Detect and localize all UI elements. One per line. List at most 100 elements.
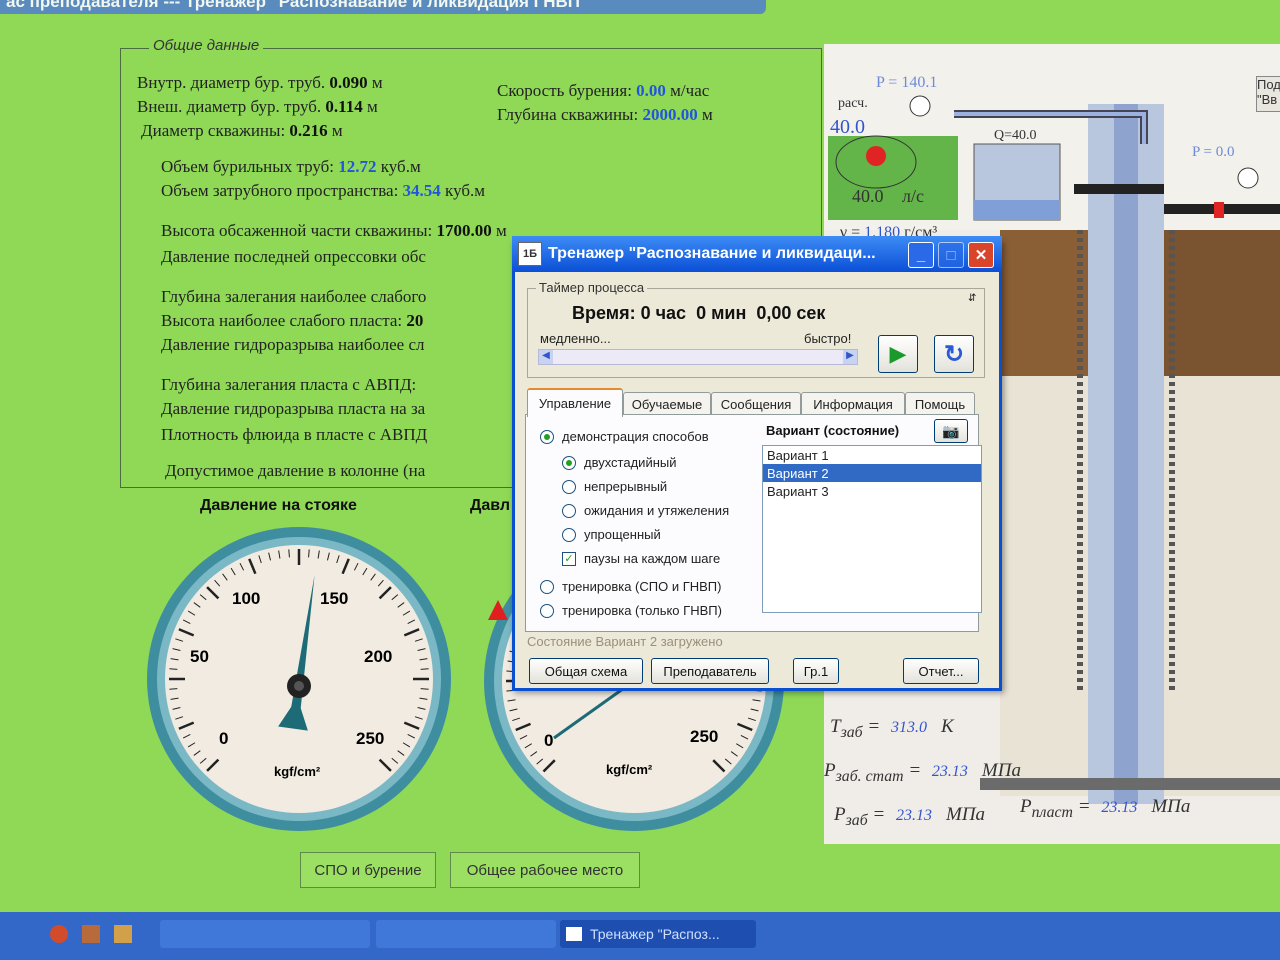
training-spo-radio[interactable]: тренировка (СПО и ГНВП) xyxy=(540,579,721,594)
launcher-icon[interactable] xyxy=(82,925,100,943)
formation-pressure: Pпласт = 23.13 МПа xyxy=(1020,796,1191,821)
supply-button[interactable]: Пода "Вв xyxy=(1256,76,1280,112)
general-data-title: Общие данные xyxy=(149,37,264,54)
drill-speed-value: 0.00 xyxy=(636,81,666,100)
annulus-volume-value: 34.54 xyxy=(402,181,441,200)
gauge-tick xyxy=(308,549,310,558)
taskbar-button[interactable] xyxy=(160,920,370,948)
tab-trainees[interactable]: Обучаемые xyxy=(623,392,711,415)
pressure-gauge-icon xyxy=(1237,167,1259,189)
bottomhole-temperature: Tзаб = 313.0 K xyxy=(830,716,954,741)
avpd-frac-row: Давление гидроразрыва пласта на за xyxy=(161,399,426,418)
general-scheme-button[interactable]: Общая схема xyxy=(529,658,643,684)
well-diameter-value: 0.216 xyxy=(289,121,328,140)
group-button[interactable]: Гр.1 xyxy=(793,658,839,684)
inner-pipe-value: 0.090 xyxy=(329,73,368,92)
well-depth-value: 2000.00 xyxy=(642,105,698,124)
method-two-stage-radio[interactable]: двухстадийный xyxy=(562,455,677,470)
checkmark-icon: ✓ xyxy=(562,551,576,566)
method-wait-weight-radio[interactable]: ожидания и утяжеления xyxy=(562,503,729,518)
timer-group-title: Таймер процесса xyxy=(536,280,648,295)
weak-layer-depth-row: Глубина залегания наиболее слабого xyxy=(161,287,427,306)
app-icon xyxy=(566,927,582,941)
drill-speed-row: Скорость бурения: 0.00 м/час xyxy=(497,81,710,100)
reset-button[interactable]: ↻ xyxy=(934,335,974,373)
standpipe-pressure-gauge: 0 50 100 150 200 250 kgf/cm² xyxy=(147,527,451,831)
dialog-titlebar[interactable]: 1Б Тренажер "Распознавание и ликвидаци..… xyxy=(512,236,1002,272)
cased-height-value: 1700.00 xyxy=(436,221,492,240)
main-window-title: ас преподавателя --- Тренажер "Распознав… xyxy=(0,0,766,14)
tab-messages[interactable]: Сообщения xyxy=(711,392,801,415)
pump-pressure-readout: P = 140.1 xyxy=(876,74,938,91)
pump-flow-value: 40.0 л/с xyxy=(852,186,924,206)
bottomhole-pressure: Pзаб = 23.13 МПа xyxy=(834,804,986,829)
gauge-tick xyxy=(288,549,290,558)
pressure-gauge-icon xyxy=(909,95,931,117)
timer-group: Таймер процесса Время: 0 час 0 мин 0,00 … xyxy=(527,280,985,378)
list-item-selected[interactable]: Вариант 2 xyxy=(763,464,981,482)
report-button[interactable]: Отчет... xyxy=(903,658,979,684)
avpd-depth-row: Глубина залегания пласта с АВПД: xyxy=(161,375,417,394)
gauge-tick-label: 250 xyxy=(690,727,718,746)
well-diameter-row: Диаметр скважины: 0.216 м xyxy=(141,121,343,140)
method-simplified-radio[interactable]: упрощенный xyxy=(562,527,661,542)
pump-indicator-icon xyxy=(866,146,886,166)
refresh-icon: ↻ xyxy=(943,340,965,368)
app-icon: 1Б xyxy=(518,242,542,266)
static-bottomhole-pressure: Pзаб. стат = 23.13 МПа xyxy=(824,760,1021,785)
spo-drilling-button[interactable]: СПО и бурение xyxy=(300,852,436,888)
avpd-density-row: Плотность флюида в пласте с АВПД xyxy=(161,425,428,444)
collapse-icon[interactable]: ⇵ xyxy=(968,293,976,304)
snapshot-button[interactable]: 📷 xyxy=(934,419,968,443)
training-gnvp-radio[interactable]: тренировка (только ГНВП) xyxy=(540,603,722,618)
standpipe-pressure-label: Давление на стояке xyxy=(200,497,357,514)
gauge-tick-label: 100 xyxy=(232,589,260,608)
variant-header: Вариант (состояние) xyxy=(766,423,900,438)
pipe-volume-value: 12.72 xyxy=(338,157,377,176)
speed-fast-label: быстро! xyxy=(804,331,852,346)
common-workplace-button[interactable]: Общее рабочее место xyxy=(450,852,640,888)
maximize-button[interactable]: □ xyxy=(938,242,964,268)
tab-control[interactable]: Управление xyxy=(527,388,623,417)
cased-height-row: Высота обсаженной части скважины: 1700.0… xyxy=(161,221,507,240)
pauses-checkbox[interactable]: ✓ паузы на каждом шаге xyxy=(562,551,720,566)
play-button[interactable]: ▶ xyxy=(878,335,918,373)
weak-frac-pressure-row: Давление гидроразрыва наиболее сл xyxy=(161,335,425,354)
gauge-tick xyxy=(420,668,429,670)
launcher-icon[interactable] xyxy=(114,925,132,943)
tab-information[interactable]: Информация xyxy=(801,392,905,415)
weak-layer-height-row: Высота наиболее слабого пласта: 20 xyxy=(161,311,424,330)
slider-right-arrow-icon[interactable]: ▶ xyxy=(843,350,857,364)
calc-label: расч. xyxy=(838,96,868,111)
gauge-tick-label: 150 xyxy=(320,589,348,608)
calc-flow-value: 40.0 xyxy=(830,116,865,138)
gauge-unit-label: kgf/cm² xyxy=(606,762,653,777)
minimize-button[interactable]: _ xyxy=(908,242,934,268)
tab-help[interactable]: Помощь xyxy=(905,392,975,415)
demo-methods-radio[interactable]: демонстрация способов xyxy=(540,429,709,444)
gauge-unit-label: kgf/cm² xyxy=(274,764,321,779)
speed-slider[interactable]: ◀ ▶ xyxy=(538,349,858,365)
teacher-button[interactable]: Преподаватель xyxy=(651,658,769,684)
pipe-volume-row: Объем бурильных труб: 12.72 куб.м xyxy=(161,157,421,176)
elapsed-time: Время: 0 час 0 мин 0,00 сек xyxy=(572,303,826,323)
gauge-tick xyxy=(169,668,178,670)
list-item[interactable]: Вариант 3 xyxy=(763,482,981,500)
taskbar-button[interactable] xyxy=(376,920,556,948)
list-item[interactable]: Вариант 1 xyxy=(763,446,981,464)
browser-icon[interactable] xyxy=(50,925,68,943)
slider-left-arrow-icon[interactable]: ◀ xyxy=(539,350,553,364)
gauge-tick-label: 0 xyxy=(544,731,553,750)
taskbar-button-trainer[interactable]: Тренажер "Распоз... xyxy=(560,920,756,948)
outer-pipe-value: 0.114 xyxy=(325,97,363,116)
last-test-pressure-row: Давление последней опрессовки обс xyxy=(161,247,426,266)
inner-pipe-row: Внутр. диаметр бур. труб. 0.090 м xyxy=(137,73,383,92)
annulus-volume-row: Объем затрубного пространства: 34.54 куб… xyxy=(161,181,485,200)
close-button[interactable]: ✕ xyxy=(968,242,994,268)
variant-list[interactable]: Вариант 1 Вариант 2 Вариант 3 xyxy=(762,445,982,613)
flow-q-label: Q=40.0 xyxy=(994,128,1037,143)
method-continuous-radio[interactable]: непрерывный xyxy=(562,479,667,494)
gauge-tick xyxy=(420,688,429,690)
gauge-tick-label: 50 xyxy=(190,647,209,666)
trainer-dialog: 1Б Тренажер "Распознавание и ликвидаци..… xyxy=(512,236,1002,691)
